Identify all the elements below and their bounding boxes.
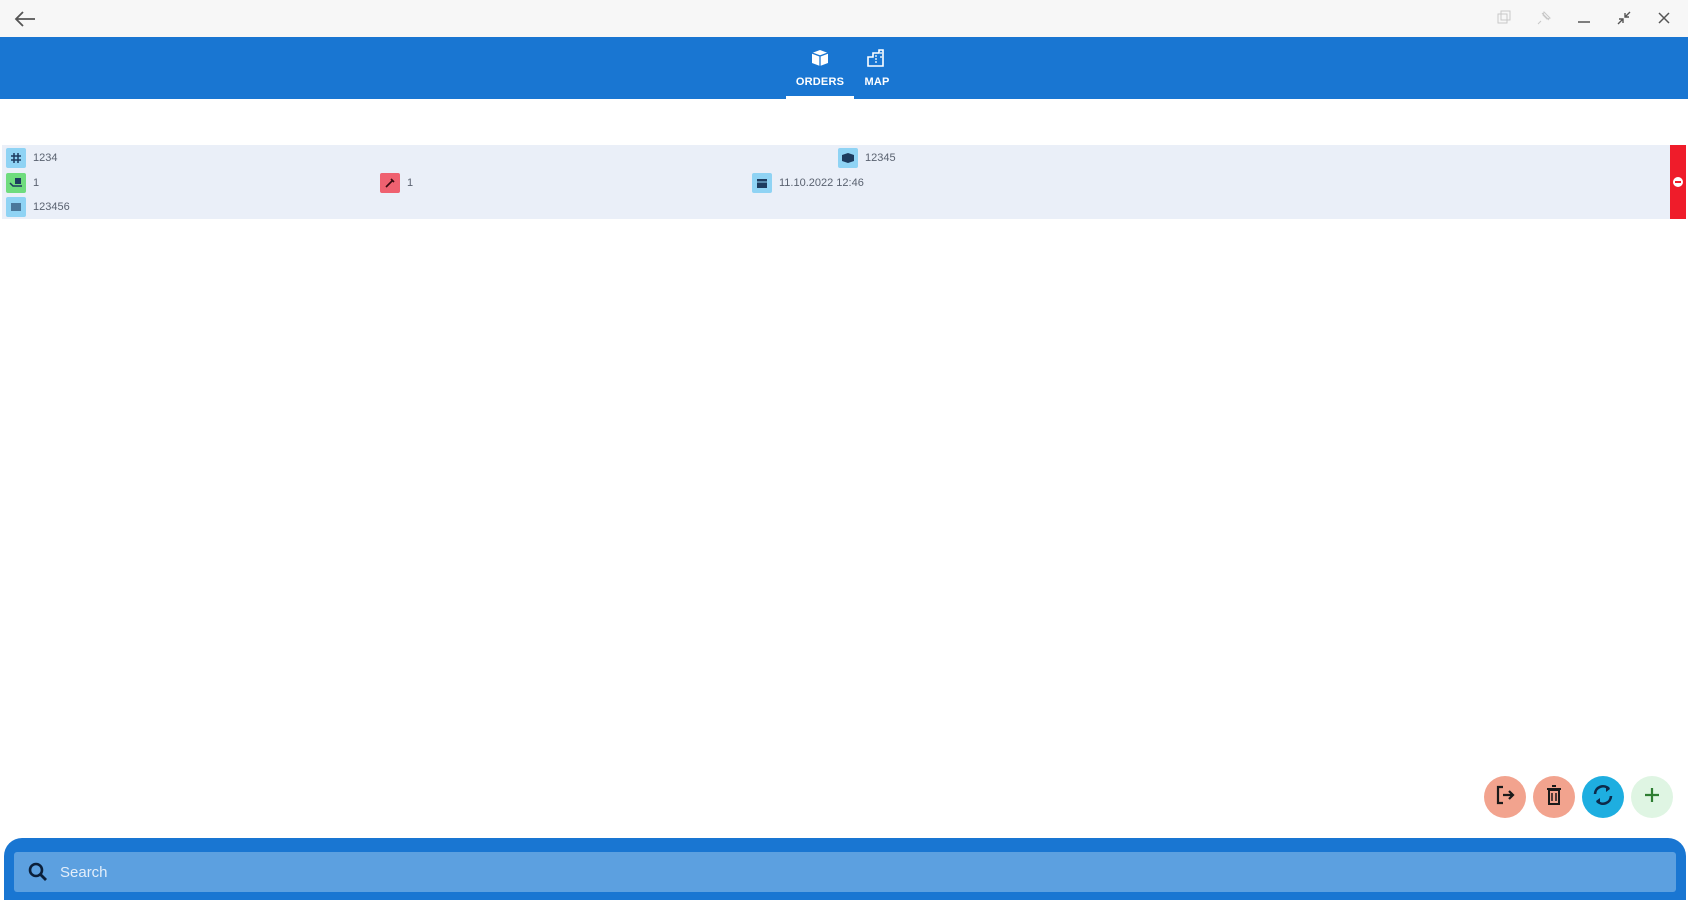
top-app-bar: ORDERS MAP	[0, 37, 1688, 99]
tab-orders-label: ORDERS	[795, 75, 845, 88]
barcode-icon	[6, 197, 26, 217]
quantity-value: 1	[33, 177, 40, 189]
sync-icon	[1591, 783, 1615, 812]
exit-icon	[1494, 784, 1516, 811]
tab-active-indicator	[786, 96, 854, 99]
pin-icon[interactable]	[1528, 4, 1560, 32]
search-input[interactable]	[52, 852, 1676, 892]
trash-icon	[1545, 784, 1563, 811]
restore-icon[interactable]	[1488, 4, 1520, 32]
priority-field: 1	[380, 173, 413, 193]
customer-number: 12345	[865, 152, 896, 164]
priority-value: 1	[407, 177, 414, 189]
collapse-icon[interactable]	[1608, 4, 1640, 32]
window-titlebar	[0, 0, 1688, 37]
customer-field: 12345	[838, 148, 896, 168]
reference-field: 123456	[6, 197, 70, 217]
order-number-field: 1234	[6, 148, 57, 168]
delete-button[interactable]	[1533, 776, 1575, 818]
quantity-field: 1	[6, 173, 39, 193]
tab-map[interactable]: MAP	[856, 37, 898, 99]
tab-map-label: MAP	[864, 75, 890, 88]
order-datetime: 11.10.2022 12:46	[779, 177, 864, 189]
order-status-indicator	[1670, 145, 1686, 219]
map-buildings-icon	[866, 48, 888, 72]
tool-icon	[380, 173, 400, 193]
datetime-field: 11.10.2022 12:46	[752, 173, 864, 193]
box-icon	[809, 49, 831, 72]
box-icon	[838, 148, 858, 168]
arrow-left-icon[interactable]	[12, 6, 38, 32]
bottom-search-bar	[4, 838, 1686, 900]
calendar-icon	[752, 173, 772, 193]
order-number: 1234	[33, 152, 58, 164]
status-minus-icon	[1673, 177, 1683, 187]
plus-icon	[1642, 785, 1662, 810]
search-box[interactable]	[14, 852, 1676, 892]
order-list-item[interactable]: 1234 12345 1 1 11.10.2022 12:46 123456	[2, 145, 1686, 219]
hash-icon	[6, 148, 26, 168]
pallet-icon	[6, 173, 26, 193]
reference-number: 123456	[33, 201, 70, 213]
tab-orders[interactable]: ORDERS	[786, 37, 854, 99]
search-icon	[24, 858, 52, 886]
sync-button[interactable]	[1582, 776, 1624, 818]
close-icon[interactable]	[1648, 4, 1680, 32]
add-order-button[interactable]	[1631, 776, 1673, 818]
logout-button[interactable]	[1484, 776, 1526, 818]
minimize-icon[interactable]	[1568, 4, 1600, 32]
